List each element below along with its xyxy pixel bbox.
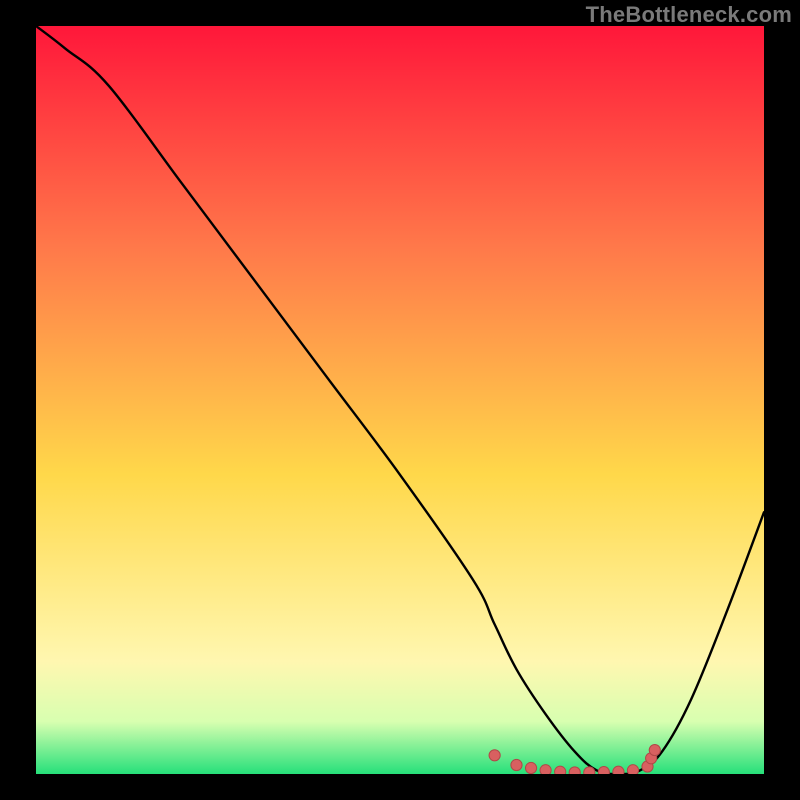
- optimal-marker: [489, 750, 500, 761]
- optimal-marker: [613, 766, 624, 774]
- optimal-marker: [511, 759, 522, 770]
- optimal-marker: [627, 765, 638, 774]
- optimal-marker: [598, 767, 609, 774]
- optimal-marker: [555, 766, 566, 774]
- watermark-label: TheBottleneck.com: [586, 2, 792, 28]
- chart-frame: TheBottleneck.com: [0, 0, 800, 800]
- optimal-marker: [569, 767, 580, 774]
- chart-svg: [36, 26, 764, 774]
- optimal-marker: [540, 765, 551, 774]
- gradient-background: [36, 26, 764, 774]
- optimal-marker: [525, 762, 536, 773]
- plot-area: [36, 26, 764, 774]
- optimal-marker: [649, 744, 660, 755]
- optimal-marker: [584, 767, 595, 774]
